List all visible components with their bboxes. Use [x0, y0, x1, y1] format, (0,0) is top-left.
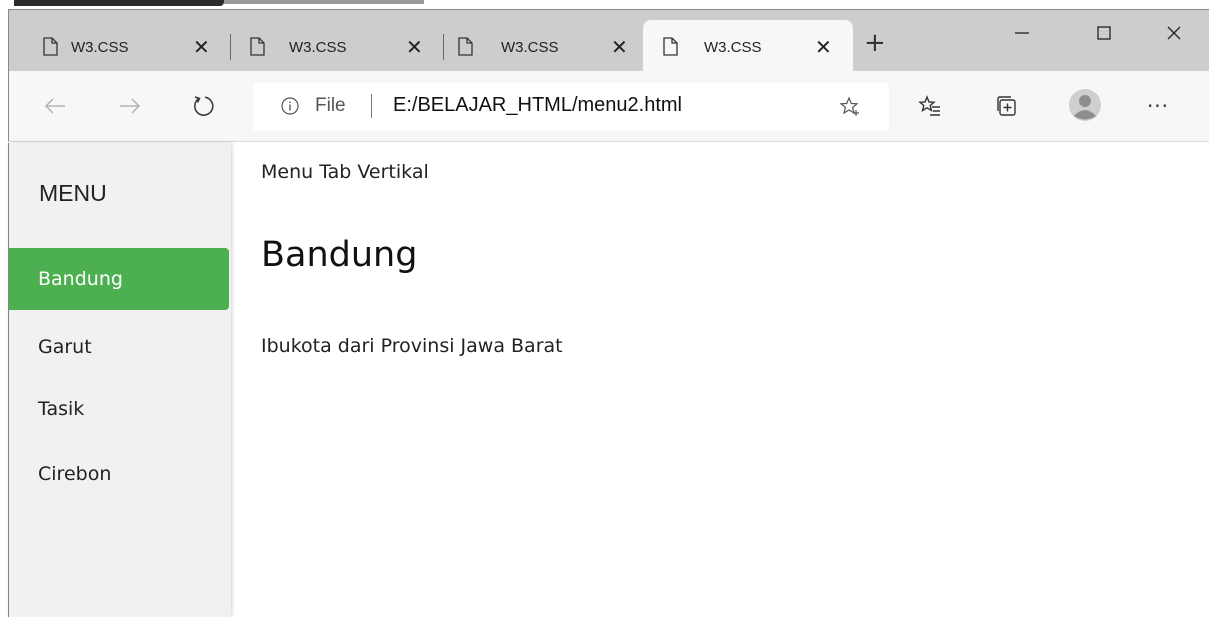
- menu-item-garut[interactable]: Garut: [9, 316, 229, 378]
- browser-tab-active[interactable]: W3.CSS ✕: [643, 20, 853, 72]
- browser-toolbar: File E:/BELAJAR_HTML/menu2.html ···: [8, 71, 1209, 142]
- cropped-light-shape: [224, 0, 424, 4]
- address-bar[interactable]: File E:/BELAJAR_HTML/menu2.html: [253, 83, 889, 131]
- forward-button[interactable]: [117, 93, 143, 119]
- close-icon: [1167, 26, 1181, 40]
- profile-button[interactable]: [1068, 88, 1102, 122]
- tab-close-icon[interactable]: ✕: [193, 37, 210, 57]
- info-icon[interactable]: [281, 97, 299, 115]
- tab-title: W3.CSS: [289, 39, 347, 56]
- page-viewport: MENU Bandung Garut Tasik Cirebon Menu Ta…: [8, 143, 1209, 617]
- tab-title: W3.CSS: [71, 39, 129, 56]
- browser-tab-2[interactable]: W3.CSS ✕: [231, 25, 431, 71]
- city-heading: Bandung: [261, 235, 418, 275]
- tab-bar: W3.CSS ✕ W3.CSS ✕ W3.CSS ✕ W3.CSS ✕ +: [8, 9, 1209, 72]
- profile-avatar-icon: [1069, 89, 1101, 121]
- menu-item-bandung[interactable]: Bandung: [9, 248, 229, 310]
- minimize-icon: [1015, 32, 1029, 34]
- favorites-button[interactable]: [917, 93, 943, 119]
- browser-tab-1[interactable]: W3.CSS ✕: [21, 25, 217, 71]
- add-favorite-icon[interactable]: [839, 96, 861, 118]
- favorites-list-icon: [918, 95, 940, 116]
- collections-button[interactable]: [994, 93, 1020, 119]
- forward-arrow-icon: [120, 98, 141, 114]
- page-icon: [663, 37, 678, 56]
- maximize-button[interactable]: [1084, 16, 1124, 50]
- browser-tab-3[interactable]: W3.CSS ✕: [444, 25, 640, 71]
- more-icon: ···: [1146, 94, 1170, 118]
- tab-close-icon[interactable]: ✕: [815, 37, 832, 57]
- more-menu-button[interactable]: ···: [1145, 93, 1171, 119]
- new-tab-button[interactable]: +: [864, 30, 886, 56]
- back-arrow-icon: [44, 98, 65, 114]
- address-separator: [371, 94, 372, 118]
- tab-close-icon[interactable]: ✕: [611, 37, 628, 57]
- page-icon: [250, 37, 265, 56]
- page-icon: [43, 37, 58, 56]
- refresh-icon: [194, 96, 214, 116]
- back-button[interactable]: [42, 93, 68, 119]
- city-description: Ibukota dari Provinsi Jawa Barat: [261, 335, 563, 357]
- minimize-button[interactable]: [1002, 16, 1042, 50]
- collections-icon: [997, 96, 1016, 116]
- page-icon: [458, 37, 473, 56]
- page-subtitle: Menu Tab Vertikal: [261, 161, 429, 183]
- menu-item-tasik[interactable]: Tasik: [9, 378, 229, 440]
- refresh-button[interactable]: [190, 93, 216, 119]
- site-info-label: File: [315, 95, 346, 116]
- menu-item-cirebon[interactable]: Cirebon: [9, 443, 229, 505]
- url-text[interactable]: E:/BELAJAR_HTML/menu2.html: [393, 94, 682, 117]
- window-top-edge: [0, 0, 1209, 9]
- tab-title: W3.CSS: [704, 39, 762, 56]
- cropped-dark-shape: [14, 0, 224, 6]
- tab-close-icon[interactable]: ✕: [406, 37, 423, 57]
- close-window-button[interactable]: [1154, 16, 1194, 50]
- tab-title: W3.CSS: [501, 39, 559, 56]
- menu-title: MENU: [39, 180, 107, 206]
- vertical-tab-menu: MENU Bandung Garut Tasik Cirebon: [9, 143, 231, 617]
- maximize-icon: [1097, 26, 1111, 40]
